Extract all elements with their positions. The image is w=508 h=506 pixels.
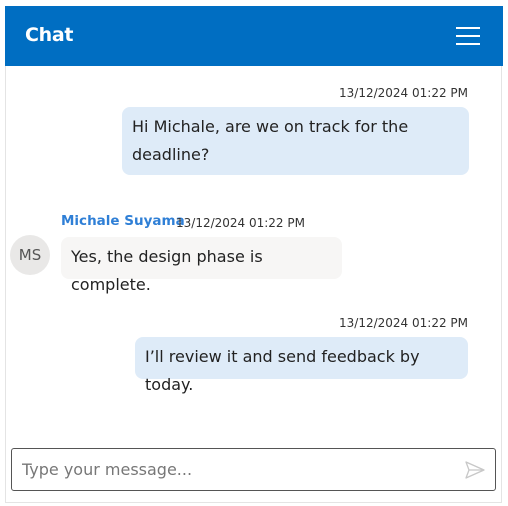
message-timestamp: 13/12/2024 01:22 PM [339, 316, 468, 330]
message-text-line: deadline? [132, 145, 210, 164]
hamburger-icon[interactable] [456, 26, 480, 46]
chat-title: Chat [25, 24, 74, 46]
send-icon[interactable] [465, 461, 485, 479]
message-input[interactable] [22, 449, 452, 490]
incoming-message: Yes, the design phase is complete. [61, 237, 342, 294]
message-composer [11, 448, 496, 491]
message-author: Michale Suyama [61, 213, 185, 229]
message-timestamp: 13/12/2024 01:22 PM [176, 216, 305, 230]
avatar: MS [10, 235, 50, 275]
outgoing-message: Hi Michale, are we on track for the dead… [122, 107, 469, 175]
message-text-line: Hi Michale, are we on track for the [132, 117, 409, 136]
chat-header: Chat [5, 6, 503, 66]
outgoing-message: I’ll review it and send feedback by toda… [135, 337, 468, 394]
message-timestamp: 13/12/2024 01:22 PM [339, 86, 468, 100]
